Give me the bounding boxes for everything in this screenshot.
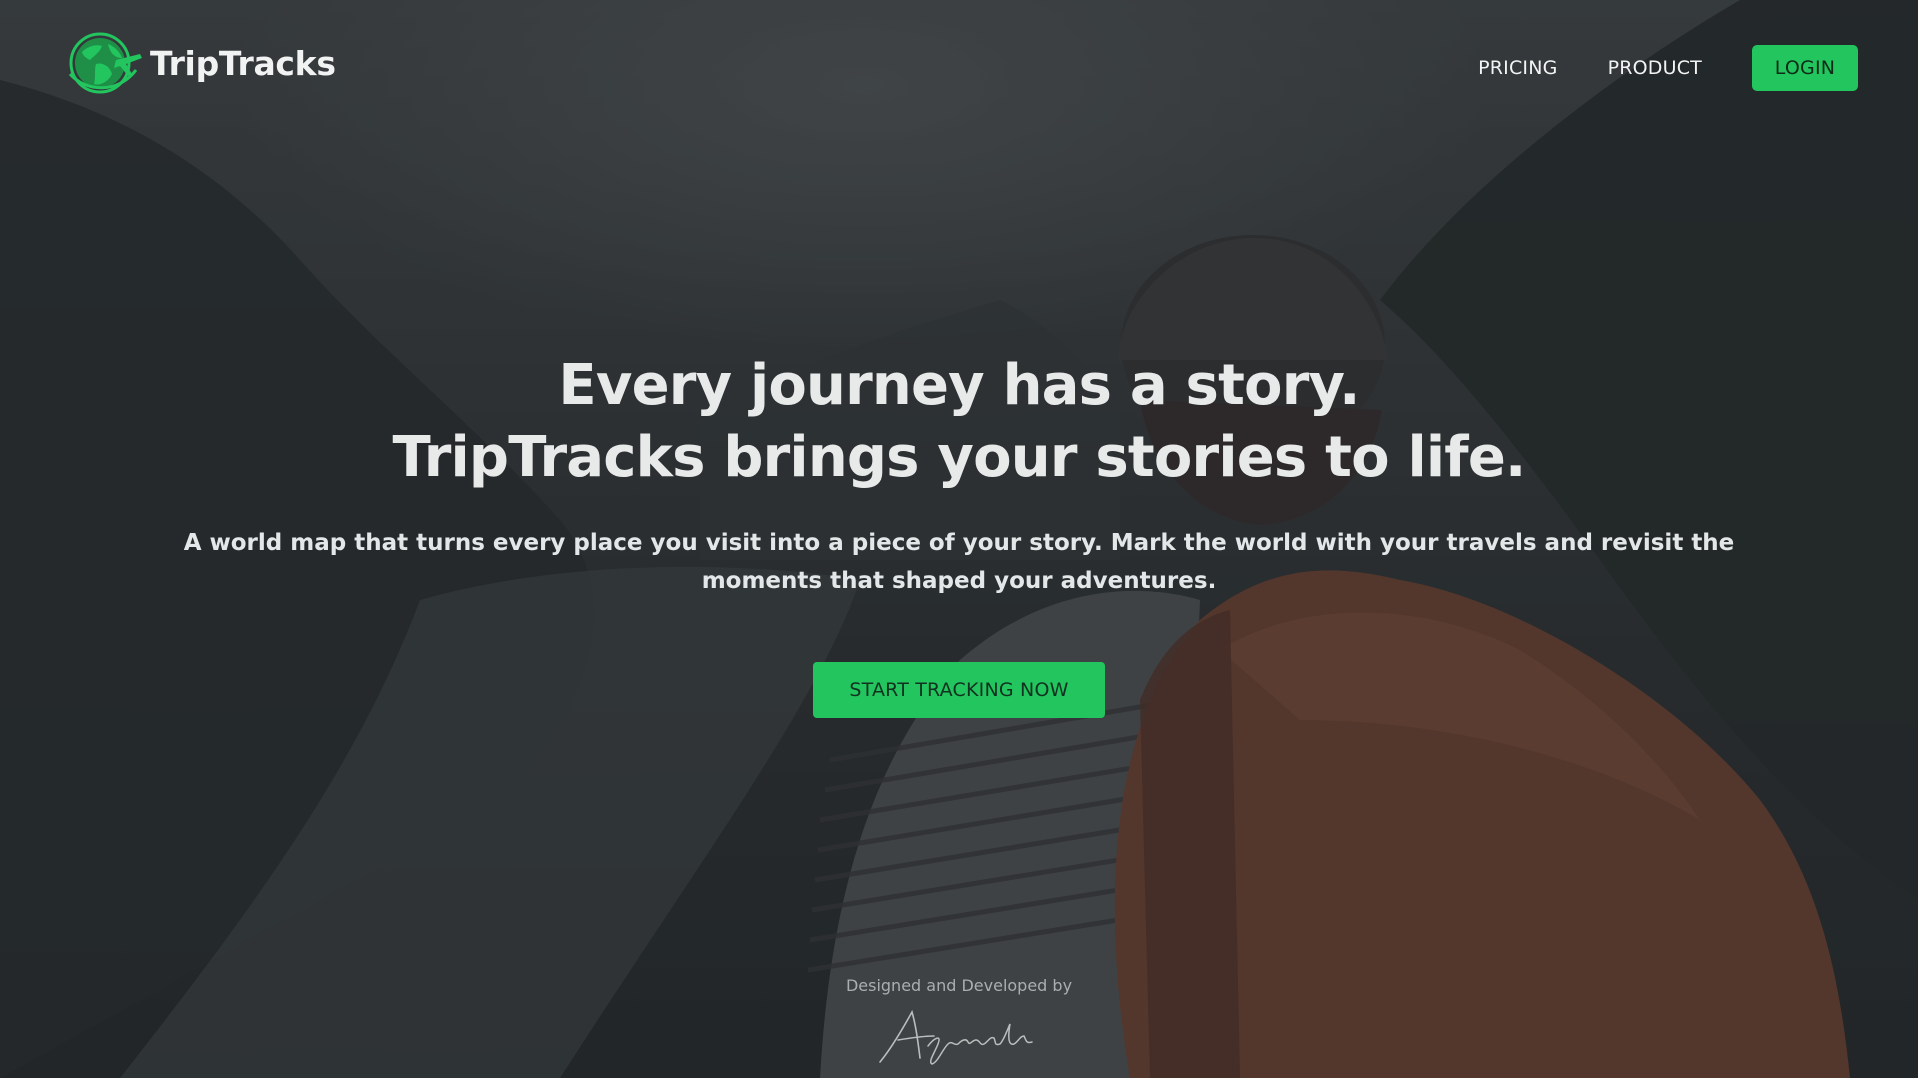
start-tracking-button[interactable]: START TRACKING NOW <box>813 662 1105 718</box>
globe-airplane-icon <box>68 32 142 94</box>
hero-headline: Every journey has a story. TripTracks br… <box>0 350 1918 494</box>
brand-logo-link[interactable]: TripTracks <box>66 30 336 96</box>
hero-headline-line-2: TripTracks brings your stories to life. <box>392 425 1526 490</box>
credit-text: Designed and Developed by <box>845 976 1073 995</box>
hero-section: Every journey has a story. TripTracks br… <box>0 350 1918 718</box>
author-signature <box>879 1009 1033 1065</box>
landing-page: TripTracks PRICING PRODUCT LOGIN Every j… <box>0 0 1918 1078</box>
hero-headline-line-1: Every journey has a story. <box>558 353 1360 418</box>
login-button[interactable]: LOGIN <box>1752 45 1858 91</box>
brand-name: TripTracks <box>150 43 336 83</box>
nav-link-pricing[interactable]: PRICING <box>1478 57 1557 79</box>
nav-link-product[interactable]: PRODUCT <box>1608 57 1702 79</box>
hero-subtext: A world map that turns every place you v… <box>183 530 1735 594</box>
nav-links: PRICING PRODUCT LOGIN <box>1478 45 1858 91</box>
top-navbar: TripTracks PRICING PRODUCT LOGIN <box>0 0 1918 136</box>
